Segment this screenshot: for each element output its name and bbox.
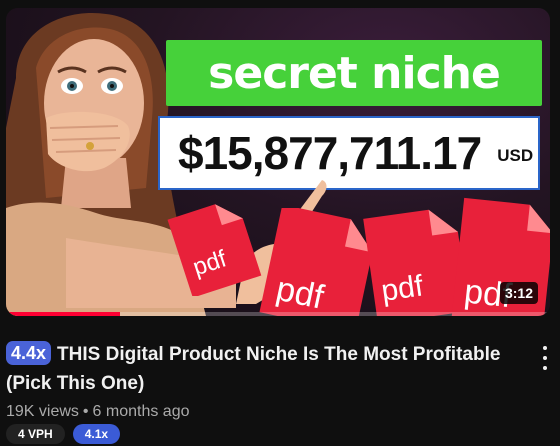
outlier-score-badge: 4.4x <box>6 341 52 365</box>
video-thumbnail[interactable]: secret niche $15,877,711.17 USD pdf pdf <box>6 8 550 316</box>
vertical-ellipsis-icon[interactable] <box>536 346 554 370</box>
video-card[interactable]: secret niche $15,877,711.17 USD pdf pdf <box>0 0 560 446</box>
views-per-hour-chip: 4 VPH <box>6 424 65 444</box>
headline-banner: secret niche <box>166 40 542 106</box>
upload-age: 6 months ago <box>92 403 190 420</box>
video-title[interactable]: 4.4x THIS Digital Product Niche Is The Mo… <box>6 340 524 398</box>
revenue-currency: USD <box>497 146 534 165</box>
stats-chips: 4 VPH 4.1x <box>6 424 121 444</box>
multiplier-chip: 4.1x <box>72 424 121 444</box>
pdf-file-icon: pdf <box>167 204 262 296</box>
video-title-text: THIS Digital Product Niche Is The Most P… <box>6 344 501 394</box>
view-count: 19K views <box>6 403 79 420</box>
watch-progress-fill <box>6 312 121 316</box>
headline-text: secret niche <box>208 47 501 99</box>
pdf-file-label: pdf <box>379 269 426 308</box>
video-title-row[interactable]: 4.4x THIS Digital Product Niche Is The Mo… <box>6 340 524 398</box>
revenue-banner: $15,877,711.17 USD <box>158 116 540 190</box>
duration-badge: 3:12 <box>499 282 538 304</box>
watch-progress-bar <box>6 312 550 316</box>
meta-separator: • <box>82 403 89 420</box>
revenue-amount: $15,877,711.17 <box>178 127 482 179</box>
video-metadata: 19K views • 6 months ago <box>6 403 189 421</box>
